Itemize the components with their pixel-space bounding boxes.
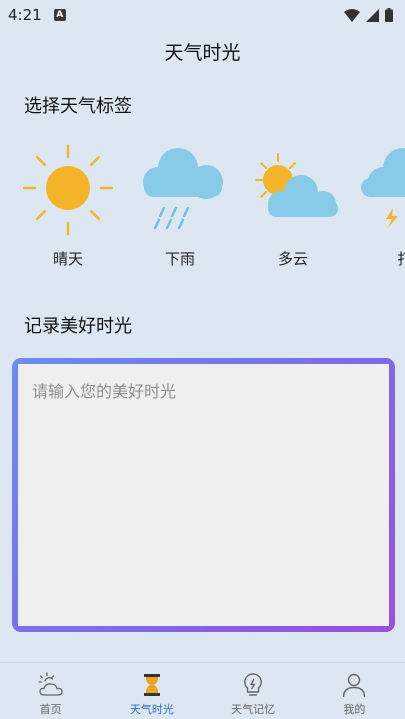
nav-label: 首页 [39, 703, 62, 716]
weather-tag-cloudy[interactable]: 多云 [243, 140, 343, 270]
weather-tag-label: 打 [397, 250, 405, 268]
rain-cloud-icon [143, 148, 223, 230]
thunder-cloud-icon [361, 148, 405, 228]
nav-label: 天气时光 [129, 703, 174, 716]
memory-text-input[interactable] [18, 364, 389, 626]
weather-tag-thunder[interactable]: 打 [355, 140, 405, 270]
nav-item-home[interactable]: 首页 [0, 663, 101, 719]
weather-tag-list: 晴天 下雨 多云 打 [0, 140, 405, 270]
nav-item-weather-memory[interactable]: 天气记忆 [203, 663, 304, 719]
memory-input-frame [12, 358, 395, 632]
weather-tag-sunny[interactable]: 晴天 [18, 140, 118, 270]
battery-icon [385, 8, 393, 22]
user-icon [343, 673, 366, 698]
nav-item-weather-time[interactable]: 天气时光 [101, 663, 202, 719]
memory-section-title: 记录美好时光 [24, 316, 132, 337]
weather-tag-label: 晴天 [52, 250, 83, 268]
page-title: 天气时光 [164, 42, 241, 64]
wifi-icon [344, 8, 360, 22]
weather-section-title: 选择天气标签 [24, 96, 132, 117]
hourglass-icon [143, 674, 160, 696]
nav-label: 我的 [343, 703, 366, 716]
sun-icon [22, 144, 114, 236]
status-icons [344, 8, 393, 22]
app-notification-icon: A [53, 9, 66, 21]
status-time: 4:21 [8, 6, 42, 24]
nav-label: 天气记忆 [231, 703, 276, 716]
weather-tag-label: 下雨 [164, 250, 195, 268]
status-bar: 4:21 A [0, 0, 405, 30]
bottom-nav: 首页 天气时光 天气记忆 我的 [0, 662, 405, 719]
signal-icon [366, 8, 379, 22]
weather-tag-rain[interactable]: 下雨 [130, 140, 230, 270]
weather-tag-label: 多云 [277, 250, 308, 268]
lightbulb-icon [244, 673, 263, 696]
partly-cloudy-icon [255, 153, 338, 217]
nav-item-profile[interactable]: 我的 [304, 663, 405, 719]
weather-home-icon [37, 672, 63, 696]
